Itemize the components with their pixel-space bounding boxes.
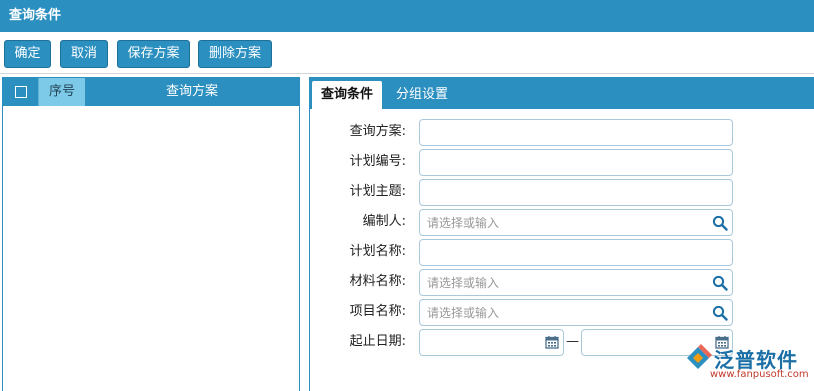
project-name-row: 项目名称: (310, 297, 814, 327)
delete-plan-button[interactable]: 删除方案 (198, 40, 272, 68)
plan-list-header: 序号 查询方案 (3, 78, 299, 106)
material-name-label: 材料名称: (349, 274, 406, 289)
plan-name-input[interactable] (419, 239, 733, 266)
select-all-checkbox[interactable] (15, 86, 27, 98)
plan-column-header[interactable]: 查询方案 (85, 78, 299, 106)
preparer-input[interactable] (419, 209, 733, 236)
plan-subject-input[interactable] (419, 179, 733, 206)
date-range-label: 起止日期: (349, 334, 406, 349)
seq-column-header[interactable]: 序号 (39, 78, 85, 106)
plan-list-panel: 序号 查询方案 (2, 77, 300, 391)
plan-no-row: 计划编号: (310, 147, 814, 177)
plan-label: 查询方案: (349, 124, 406, 139)
preparer-label: 编制人: (362, 214, 406, 229)
toolbar-divider (0, 73, 814, 74)
cancel-button[interactable]: 取消 (60, 40, 108, 68)
brand-logo: 泛普软件 www.fanpusoft.com (682, 340, 812, 386)
plan-subject-label: 计划主题: (349, 184, 406, 199)
preparer-row: 编制人: (310, 207, 814, 237)
search-icon[interactable] (712, 275, 728, 291)
plan-input[interactable] (419, 119, 733, 146)
window-title: 查询条件 (0, 0, 814, 32)
start-date-input[interactable] (419, 329, 564, 356)
plan-name-label: 计划名称: (349, 244, 406, 259)
confirm-button[interactable]: 确定 (4, 40, 51, 68)
calendar-icon[interactable] (545, 335, 559, 349)
search-icon[interactable] (712, 215, 728, 231)
material-name-input[interactable] (419, 269, 733, 296)
brand-url: www.fanpusoft.com (710, 369, 809, 380)
material-name-row: 材料名称: (310, 267, 814, 297)
project-name-label: 项目名称: (349, 304, 406, 319)
tab-bar: 查询条件 分组设置 (310, 77, 814, 109)
tab-group-settings[interactable]: 分组设置 (390, 81, 454, 109)
project-name-input[interactable] (419, 299, 733, 326)
plan-no-label: 计划编号: (349, 154, 406, 169)
search-icon[interactable] (712, 305, 728, 321)
plan-no-input[interactable] (419, 149, 733, 176)
plan-name-row: 计划名称: (310, 237, 814, 267)
tab-query-conditions[interactable]: 查询条件 (312, 81, 382, 109)
toolbar: 确定 取消 保存方案 删除方案 (0, 34, 814, 72)
brand-mark-icon (687, 344, 712, 369)
save-plan-button[interactable]: 保存方案 (117, 40, 190, 68)
plan-subject-row: 计划主题: (310, 177, 814, 207)
plan-row: 查询方案: (310, 117, 814, 147)
date-separator: — (566, 334, 579, 349)
